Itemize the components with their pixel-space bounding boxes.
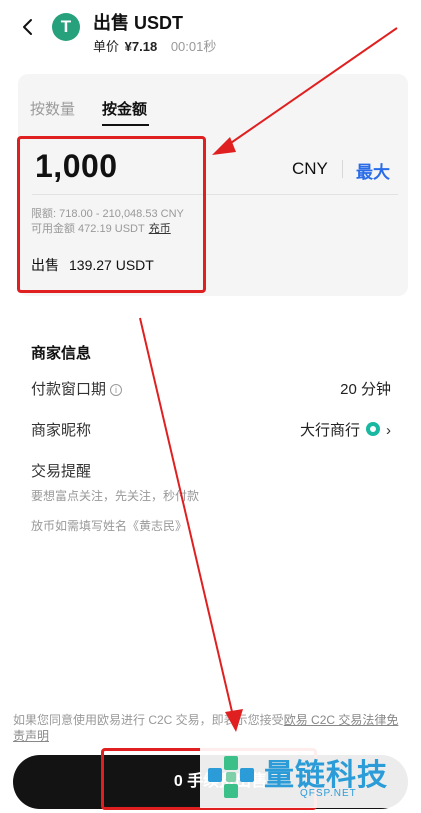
countdown-timer: 00:01秒 xyxy=(170,39,217,54)
payment-window-label: 付款窗口期 i xyxy=(31,378,123,399)
limit-text: 限额: 718.00 - 210,048.53 CNY xyxy=(31,208,184,220)
merchant-info-title: 商家信息 xyxy=(31,345,92,362)
recharge-link[interactable]: 充币 xyxy=(149,223,171,235)
info-icon[interactable]: i xyxy=(110,384,123,396)
watermark-logo-icon xyxy=(208,756,254,798)
payment-window-value: 20 分钟 xyxy=(340,381,391,398)
max-button[interactable]: 最大 xyxy=(356,158,390,183)
sell-summary: 出售 139.27 USDT xyxy=(31,255,154,275)
verified-badge-icon xyxy=(366,422,380,436)
disclaimer-text: 如果您同意使用欧易进行 C2C 交易，即表示您接受 xyxy=(13,713,284,727)
unit-price-label: 单价 xyxy=(93,39,120,54)
input-divider xyxy=(32,194,398,195)
merchant-nickname-value: 大行商行 xyxy=(299,422,360,439)
available-text: 可用金额 472.19 USDT xyxy=(31,223,145,235)
unit-price-line: 单价 ¥7.18 00:01秒 xyxy=(93,36,216,55)
usdt-coin-icon: T xyxy=(52,13,80,41)
currency-label: CNY xyxy=(292,159,328,178)
tab-by-amount[interactable]: 按金额 xyxy=(102,98,147,119)
active-tab-indicator xyxy=(102,124,149,126)
amount-input[interactable]: 1,000 xyxy=(35,148,118,185)
payment-window-text: 付款窗口期 xyxy=(31,381,107,398)
amount-card: 按数量 按金额 1,000 CNY 最大 限额: 718.00 - 210,04… xyxy=(18,74,408,296)
sell-value: 139.27 USDT xyxy=(69,257,154,273)
available-balance: 可用金额 472.19 USDT 充币 xyxy=(31,220,171,236)
merchant-nickname-row[interactable]: 大行商行 › xyxy=(300,419,391,440)
header: T 出售 USDT 单价 ¥7.18 00:01秒 xyxy=(0,0,421,62)
currency-separator xyxy=(342,160,343,178)
tab-by-quantity[interactable]: 按数量 xyxy=(30,98,75,119)
merchant-nickname-label: 商家昵称 xyxy=(31,422,92,439)
watermark: 量链科技 QFSP.NET xyxy=(200,748,415,808)
watermark-subtext: QFSP.NET xyxy=(300,788,357,799)
page-title: 出售 USDT xyxy=(93,13,183,33)
sell-label: 出售 xyxy=(31,257,59,273)
chevron-right-icon: › xyxy=(386,422,391,439)
trade-reminder-line-1: 要想富点关注，先关注，秒付款 xyxy=(31,489,200,503)
unit-price-value: ¥7.18 xyxy=(124,39,158,54)
trade-reminder-line-2: 放币如需填写姓名《黄志民》 xyxy=(31,519,188,533)
back-chevron-icon[interactable] xyxy=(18,17,38,37)
disclaimer: 如果您同意使用欧易进行 C2C 交易，即表示您接受欧易 C2C 交易法律免责声明 xyxy=(13,712,408,744)
trade-reminder-label: 交易提醒 xyxy=(31,463,92,480)
